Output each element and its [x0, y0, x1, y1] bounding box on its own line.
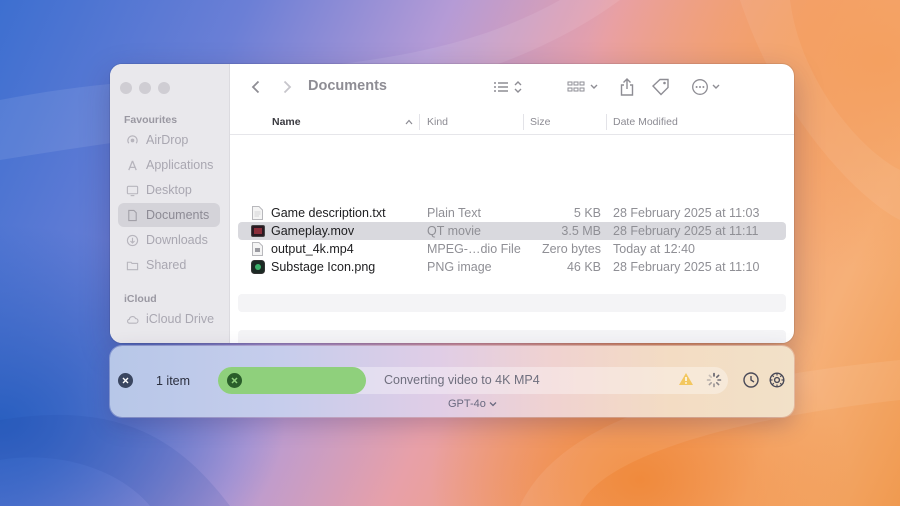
history-icon[interactable] — [742, 371, 760, 389]
chevron-down-icon — [489, 402, 497, 407]
sidebar-item-desktop[interactable]: Desktop — [118, 178, 220, 202]
back-button[interactable] — [248, 78, 262, 96]
file-date: 28 February 2025 at 11:03 — [613, 206, 760, 220]
empty-row — [238, 330, 786, 343]
downloads-icon — [125, 233, 139, 247]
file-row[interactable]: Game description.txt Plain Text 5 KB 28 … — [238, 204, 786, 222]
file-date: Today at 12:40 — [613, 242, 696, 256]
file-name: output_4k.mp4 — [271, 242, 354, 256]
file-size: 3.5 MB — [561, 224, 601, 238]
view-list-button[interactable] — [492, 78, 526, 96]
ai-command-bar: 1 item Converting video to 4K MP4 GPT-4o — [110, 346, 794, 417]
share-icon — [620, 78, 634, 96]
forward-button[interactable] — [280, 78, 294, 96]
movie-file-icon — [251, 225, 265, 237]
sidebar-item-icloud-drive[interactable]: iCloud Drive — [118, 307, 220, 331]
file-kind: QT movie — [427, 224, 481, 238]
file-list: Name Kind Size Date Modified Game descri… — [230, 110, 794, 343]
file-row[interactable]: output_4k.mp4 MPEG-…dio File Zero bytes … — [238, 240, 786, 258]
file-kind: MPEG-…dio File — [427, 242, 521, 256]
close-icon — [122, 377, 129, 384]
sidebar-item-applications[interactable]: Applications — [118, 153, 220, 177]
finder-toolbar: Documents — [230, 64, 794, 110]
finder-sidebar: Favourites AirDrop Applications Desktop … — [110, 64, 230, 343]
column-header-row: Name Kind Size Date Modified — [230, 110, 794, 135]
close-icon — [231, 377, 238, 384]
file-size: 5 KB — [573, 206, 601, 220]
file-name: Substage Icon.png — [271, 260, 376, 274]
share-button[interactable] — [618, 76, 636, 98]
list-view-icon — [494, 81, 522, 93]
file-name: Game description.txt — [271, 206, 386, 220]
file-row[interactable]: Substage Icon.png PNG image 46 KB 28 Feb… — [238, 258, 786, 276]
finder-window: Favourites AirDrop Applications Desktop … — [110, 64, 794, 343]
window-title: Documents — [308, 78, 387, 94]
sidebar-item-documents[interactable]: Documents — [118, 203, 220, 227]
column-date-header[interactable]: Date Modified — [613, 116, 678, 128]
sidebar-item-label: Downloads — [146, 233, 208, 247]
sidebar-item-label: Documents — [146, 208, 210, 222]
airdrop-icon — [125, 133, 139, 147]
grid-view-icon — [567, 81, 598, 92]
file-size: Zero bytes — [541, 242, 601, 256]
tags-button[interactable] — [650, 77, 672, 97]
sidebar-item-label: Shared — [146, 258, 187, 272]
gear-icon[interactable] — [768, 371, 786, 389]
group-button[interactable] — [566, 78, 602, 96]
sidebar-section-icloud: iCloud — [124, 293, 157, 305]
sidebar-item-label: iCloud Drive — [146, 312, 215, 326]
task-status: Converting video to 4K MP4 — [384, 373, 540, 387]
ellipsis-circle-icon — [692, 79, 720, 95]
loading-spinner-icon — [706, 372, 722, 388]
chevron-left-icon — [251, 80, 259, 94]
applications-icon — [125, 158, 139, 172]
sidebar-item-label: Desktop — [146, 183, 192, 197]
warning-icon[interactable] — [678, 372, 694, 386]
file-date: 28 February 2025 at 11:11 — [613, 224, 759, 238]
minimize-window-button[interactable] — [139, 82, 151, 94]
more-actions-button[interactable] — [690, 77, 724, 97]
file-kind: Plain Text — [427, 206, 481, 220]
empty-row — [238, 294, 786, 312]
column-size-header[interactable]: Size — [530, 116, 550, 128]
file-kind: PNG image — [427, 260, 492, 274]
column-divider — [523, 114, 524, 130]
text-file-icon — [252, 206, 263, 220]
desktop-icon — [125, 183, 139, 197]
progress-bar — [218, 367, 366, 394]
shared-folder-icon — [125, 258, 139, 272]
file-date: 28 February 2025 at 11:10 — [613, 260, 760, 274]
sidebar-item-downloads[interactable]: Downloads — [118, 228, 220, 252]
cancel-task-button[interactable] — [227, 373, 242, 388]
column-divider — [419, 114, 420, 130]
video-file-icon — [252, 242, 263, 256]
sidebar-item-airdrop[interactable]: AirDrop — [118, 128, 220, 152]
close-window-button[interactable] — [120, 82, 132, 94]
sidebar-item-label: Applications — [146, 158, 214, 172]
file-size: 46 KB — [566, 260, 601, 274]
model-selector[interactable]: GPT-4o — [448, 398, 497, 410]
tag-icon — [652, 78, 669, 96]
model-name: GPT-4o — [448, 398, 486, 410]
zoom-window-button[interactable] — [158, 82, 170, 94]
sidebar-item-shared[interactable]: Shared — [118, 253, 220, 277]
window-controls — [120, 82, 170, 94]
sort-ascending-icon — [405, 119, 413, 125]
chevron-right-icon — [283, 80, 291, 94]
icloud-icon — [125, 312, 139, 326]
column-kind-header[interactable]: Kind — [427, 116, 448, 128]
file-row-selected[interactable]: Gameplay.mov QT movie 3.5 MB 28 February… — [238, 222, 786, 240]
image-file-icon — [251, 260, 265, 274]
dismiss-button[interactable] — [118, 373, 133, 388]
column-divider — [606, 114, 607, 130]
documents-icon — [125, 208, 139, 222]
command-field[interactable]: Converting video to 4K MP4 — [218, 367, 728, 394]
sidebar-section-favourites: Favourites — [124, 114, 178, 126]
file-name: Gameplay.mov — [271, 224, 355, 238]
sidebar-item-label: AirDrop — [146, 133, 189, 147]
selection-count: 1 item — [156, 374, 191, 388]
column-name-header[interactable]: Name — [272, 116, 301, 128]
